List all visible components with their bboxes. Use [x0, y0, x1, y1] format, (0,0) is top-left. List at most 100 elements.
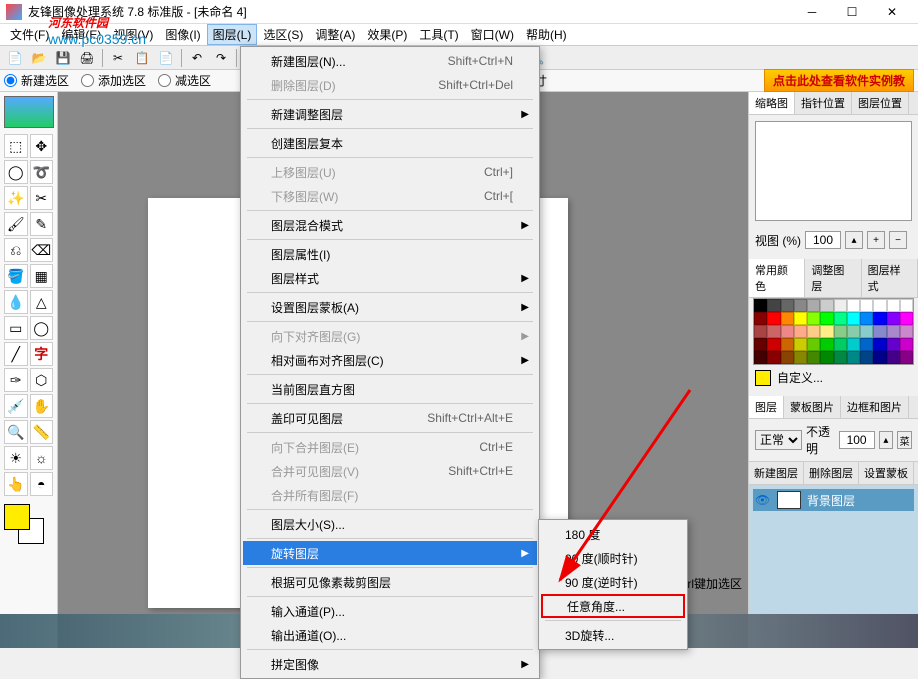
sub-selection-radio[interactable]: 减选区: [158, 72, 211, 89]
dd-item-0[interactable]: 新建图层(N)...Shift+Ctrl+N: [243, 49, 537, 73]
sm-item-0[interactable]: 180 度: [541, 522, 685, 546]
menu-7[interactable]: 效果(P): [361, 24, 413, 45]
color-cell-1[interactable]: [767, 299, 780, 312]
tabs2-tab-2[interactable]: 图层样式: [862, 259, 918, 297]
menu-0[interactable]: 文件(F): [4, 24, 55, 45]
color-cell-48[interactable]: [754, 351, 767, 364]
text-tool[interactable]: 字: [30, 342, 54, 366]
navigator-preview[interactable]: [755, 121, 912, 221]
open-file-icon[interactable]: 📂: [28, 47, 50, 69]
dd-item-30[interactable]: 旋转图层▶: [243, 541, 537, 565]
color-cell-47[interactable]: [900, 338, 913, 351]
smudge-tool[interactable]: 👆: [4, 472, 28, 496]
print-icon[interactable]: 🖨: [76, 47, 98, 69]
color-cell-56[interactable]: [860, 351, 873, 364]
color-cell-36[interactable]: [754, 338, 767, 351]
color-cell-21[interactable]: [873, 312, 886, 325]
color-swatches[interactable]: [4, 504, 44, 544]
color-cell-28[interactable]: [807, 325, 820, 338]
color-cell-7[interactable]: [847, 299, 860, 312]
dd-item-10[interactable]: 图层混合模式▶: [243, 213, 537, 237]
shape-tool[interactable]: ⬡: [30, 368, 54, 392]
tabs1-tab-1[interactable]: 指针位置: [795, 92, 852, 114]
opacity-stepper[interactable]: ▴: [879, 431, 894, 449]
color-cell-39[interactable]: [794, 338, 807, 351]
sm-item-1[interactable]: 90 度(顺时针): [541, 546, 685, 570]
layer-action-2[interactable]: 设置蒙板: [859, 462, 914, 484]
view-up-button[interactable]: ▴: [845, 231, 863, 249]
color-cell-10[interactable]: [887, 299, 900, 312]
tabs2-tab-0[interactable]: 常用颜色: [749, 259, 805, 297]
dd-item-22[interactable]: 盖印可见图层Shift+Ctrl+Alt+E: [243, 406, 537, 430]
crop-tool[interactable]: ✂: [30, 186, 54, 210]
color-cell-24[interactable]: [754, 325, 767, 338]
color-cell-0[interactable]: [754, 299, 767, 312]
dd-item-15[interactable]: 设置图层蒙板(A)▶: [243, 295, 537, 319]
paste-icon[interactable]: 📄: [155, 47, 177, 69]
color-cell-32[interactable]: [860, 325, 873, 338]
dd-item-37[interactable]: 拼定图像▶: [243, 652, 537, 676]
color-cell-40[interactable]: [807, 338, 820, 351]
layer-thumbnail[interactable]: [777, 491, 801, 509]
color-cell-22[interactable]: [887, 312, 900, 325]
color-cell-12[interactable]: [754, 312, 767, 325]
custom-color-button[interactable]: 自定义...: [749, 365, 918, 390]
sm-item-3[interactable]: 任意角度...: [541, 594, 685, 618]
color-cell-6[interactable]: [834, 299, 847, 312]
color-cell-57[interactable]: [873, 351, 886, 364]
menu-9[interactable]: 窗口(W): [465, 24, 520, 45]
dd-item-34[interactable]: 输入通道(P)...: [243, 599, 537, 623]
color-cell-25[interactable]: [767, 325, 780, 338]
color-cell-20[interactable]: [860, 312, 873, 325]
clone-tool[interactable]: ⎌: [4, 238, 28, 262]
color-cell-42[interactable]: [834, 338, 847, 351]
sm-item-5[interactable]: 3D旋转...: [541, 623, 685, 647]
color-cell-50[interactable]: [781, 351, 794, 364]
dd-item-18[interactable]: 相对画布对齐图层(C)▶: [243, 348, 537, 372]
color-cell-16[interactable]: [807, 312, 820, 325]
color-cell-49[interactable]: [767, 351, 780, 364]
tabs1-tab-0[interactable]: 缩略图: [749, 92, 795, 114]
cut-icon[interactable]: ✂: [107, 47, 129, 69]
color-cell-55[interactable]: [847, 351, 860, 364]
sm-item-2[interactable]: 90 度(逆时针): [541, 570, 685, 594]
blur-tool[interactable]: 💧: [4, 290, 28, 314]
color-cell-4[interactable]: [807, 299, 820, 312]
lasso-tool[interactable]: ➰: [30, 160, 54, 184]
hand-tool[interactable]: ✋: [30, 394, 54, 418]
save-icon[interactable]: 💾: [52, 47, 74, 69]
dd-item-35[interactable]: 输出通道(O)...: [243, 623, 537, 647]
layer-row[interactable]: 👁 背景图层: [753, 489, 914, 511]
color-cell-29[interactable]: [820, 325, 833, 338]
maximize-button[interactable]: ☐: [832, 0, 872, 24]
color-cell-15[interactable]: [794, 312, 807, 325]
sponge-tool[interactable]: ◓: [30, 472, 54, 496]
color-cell-9[interactable]: [873, 299, 886, 312]
color-cell-33[interactable]: [873, 325, 886, 338]
color-cell-53[interactable]: [820, 351, 833, 364]
promo-link[interactable]: 点击此处查看软件实例教: [764, 69, 914, 92]
color-cell-59[interactable]: [900, 351, 913, 364]
color-cell-18[interactable]: [834, 312, 847, 325]
visibility-icon[interactable]: 👁: [755, 493, 771, 507]
color-cell-13[interactable]: [767, 312, 780, 325]
foreground-color[interactable]: [4, 504, 30, 530]
add-selection-radio[interactable]: 添加选区: [81, 72, 146, 89]
pencil-tool[interactable]: ✎: [30, 212, 54, 236]
dd-item-3[interactable]: 新建调整图层▶: [243, 102, 537, 126]
tabs3-tab-0[interactable]: 图层: [749, 396, 784, 418]
color-cell-26[interactable]: [781, 325, 794, 338]
layer-action-0[interactable]: 新建图层: [749, 462, 804, 484]
color-cell-5[interactable]: [820, 299, 833, 312]
path-tool[interactable]: ✑: [4, 368, 28, 392]
minimize-button[interactable]: ─: [792, 0, 832, 24]
nav-preview[interactable]: [4, 96, 54, 128]
line-tool[interactable]: ╱: [4, 342, 28, 366]
menu-1[interactable]: 编辑(E): [55, 24, 107, 45]
menu-6[interactable]: 调整(A): [309, 24, 361, 45]
color-cell-45[interactable]: [873, 338, 886, 351]
color-cell-3[interactable]: [794, 299, 807, 312]
layer-action-1[interactable]: 删除图层: [804, 462, 859, 484]
marquee-ellipse-tool[interactable]: ◯: [4, 160, 28, 184]
tabs2-tab-1[interactable]: 调整图层: [805, 259, 861, 297]
